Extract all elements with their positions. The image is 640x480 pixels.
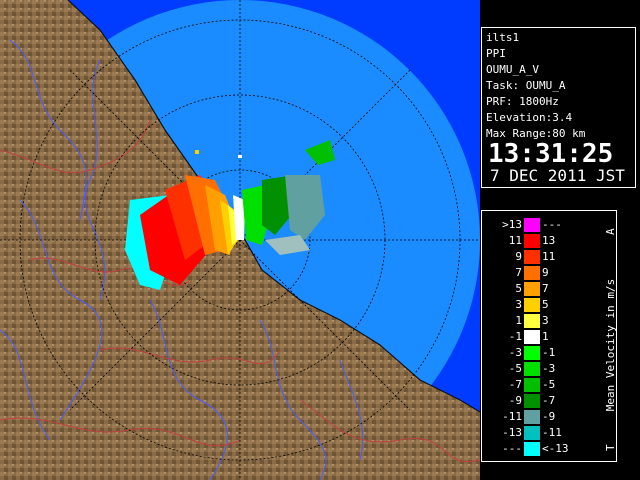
legend-high-value: -1	[542, 346, 556, 359]
legend-color-swatch	[524, 234, 540, 248]
legend-color-swatch	[524, 410, 540, 424]
legend-row: -7 -5	[482, 377, 616, 392]
legend-color-swatch	[524, 378, 540, 392]
legend-color-swatch	[524, 394, 540, 408]
legend-high-value: 5	[542, 298, 549, 311]
legend-top-marker: A	[604, 228, 617, 235]
legend-title: Mean Velocity in m/s	[604, 279, 617, 411]
legend-color-swatch	[524, 218, 540, 232]
legend-row: -9 -7	[482, 393, 616, 408]
legend-row: -1 1	[482, 329, 616, 344]
legend-low-value: 5	[515, 282, 522, 295]
legend-low-value: 9	[515, 250, 522, 263]
radar-site-name: ilts1	[486, 31, 520, 44]
legend-low-value: -1	[508, 330, 522, 343]
legend-low-value: 3	[515, 298, 522, 311]
legend-row: 9 11	[482, 249, 616, 264]
scan-date: 7 DEC 2011 JST	[490, 166, 625, 185]
legend-high-value: 1	[542, 330, 549, 343]
legend-low-value: 7	[515, 266, 522, 279]
legend-row: 35	[482, 297, 616, 312]
legend-low-value: -3	[508, 346, 522, 359]
prf-value: PRF: 1800Hz	[486, 95, 559, 108]
legend-color-swatch	[524, 346, 540, 360]
legend-high-value: -9	[542, 410, 556, 423]
legend-low-value: -11	[502, 410, 522, 423]
legend-color-swatch	[524, 314, 540, 328]
legend-row: --- <-13	[482, 441, 616, 456]
legend-row: -5 -3	[482, 361, 616, 376]
legend-high-value: -3	[542, 362, 556, 375]
legend-low-value: >13	[502, 218, 522, 231]
legend-color-swatch	[524, 426, 540, 440]
legend-row: >13 ---	[482, 217, 616, 232]
legend-color-swatch	[524, 330, 540, 344]
task-name: Task: OUMU_A	[486, 79, 566, 92]
legend-color-swatch	[524, 298, 540, 312]
legend-row: -11 -9	[482, 409, 616, 424]
legend-row: 57	[482, 281, 616, 296]
legend-color-swatch	[524, 362, 540, 376]
radar-ppi-map	[0, 0, 480, 480]
legend-row: -3 -1	[482, 345, 616, 360]
legend-high-value: -7	[542, 394, 556, 407]
scan-time: 13:31:25	[488, 139, 614, 169]
legend-title-area: A Mean Velocity in m/s T	[604, 228, 617, 451]
velocity-legend: >13 --- 11 13 9 11 7 9 5 7 3 5 1 3 -1 1 -3 -1 -5 -3 -7 -5 -9 -7…	[481, 210, 617, 462]
legend-bottom-marker: T	[604, 444, 617, 451]
legend-color-swatch	[524, 442, 540, 456]
legend-row: 13	[482, 313, 616, 328]
legend-low-value: 11	[508, 234, 522, 247]
legend-high-value: 9	[542, 266, 549, 279]
legend-color-swatch	[524, 250, 540, 264]
legend-color-swatch	[524, 266, 540, 280]
legend-row: 79	[482, 265, 616, 280]
legend-low-value: -13	[502, 426, 522, 439]
legend-low-value: 1	[515, 314, 522, 327]
product-name: OUMU_A_V	[486, 63, 539, 76]
legend-high-value: <-13	[542, 442, 569, 455]
legend-high-value: 13	[542, 234, 556, 247]
legend-high-value: 7	[542, 282, 549, 295]
legend-high-value: 11	[542, 250, 556, 263]
elevation-value: Elevation:3.4	[486, 111, 573, 124]
legend-low-value: -7	[508, 378, 522, 391]
legend-low-value: -9	[508, 394, 522, 407]
legend-low-value: ---	[502, 442, 522, 455]
legend-color-swatch	[524, 282, 540, 296]
radar-info-box: ilts1 PPI OUMU_A_V Task: OUMU_A PRF: 180…	[481, 27, 636, 188]
legend-row: -13 -11	[482, 425, 616, 440]
legend-high-value: -11	[542, 426, 562, 439]
legend-high-value: -5	[542, 378, 556, 391]
legend-row: 11 13	[482, 233, 616, 248]
scan-mode: PPI	[486, 47, 506, 60]
legend-low-value: -5	[508, 362, 522, 375]
legend-high-value: ---	[542, 218, 562, 231]
legend-high-value: 3	[542, 314, 549, 327]
